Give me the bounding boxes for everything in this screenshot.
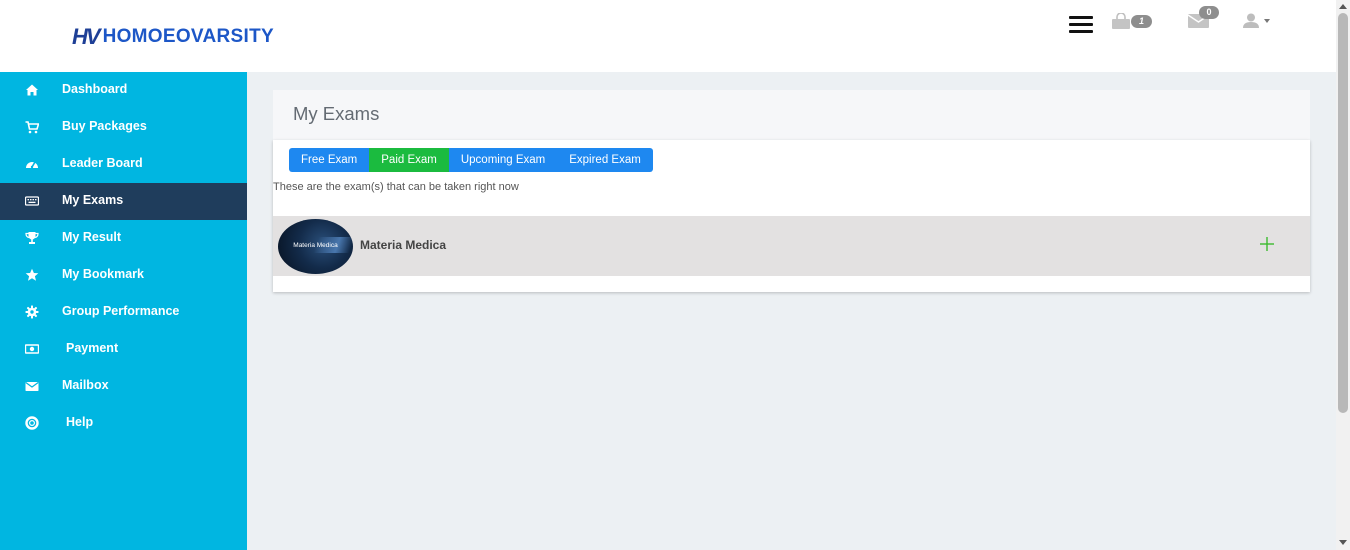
sidebar-item-label: Buy Packages — [62, 119, 147, 133]
money-icon — [25, 344, 39, 354]
sidebar-item-help[interactable]: Help — [0, 405, 247, 442]
cart-count-badge: 1 — [1131, 15, 1152, 28]
sidebar-item-label: Payment — [66, 341, 119, 355]
brand-logo[interactable]: HV HOMOEOVARSITY — [72, 24, 274, 50]
dashboard-gauge-icon — [26, 161, 38, 169]
exam-name: Materia Medica — [360, 238, 447, 252]
home-icon — [26, 84, 38, 96]
sidebar-item-label: My Bookmark — [62, 267, 144, 281]
scroll-up-arrow-icon[interactable] — [1339, 4, 1347, 9]
shopping-bag-icon[interactable] — [1111, 13, 1131, 29]
sidebar-item-leader-board[interactable]: Leader Board — [0, 146, 247, 183]
sidebar-item-label: Leader Board — [62, 156, 143, 170]
keyboard-icon — [25, 196, 39, 206]
scrollbar-thumb[interactable] — [1338, 13, 1348, 413]
sidebar-item-my-result[interactable]: My Result — [0, 220, 247, 257]
lifebuoy-icon — [25, 416, 39, 430]
menu-toggle-icon[interactable] — [1069, 16, 1093, 33]
exam-list-item[interactable]: Materia Medica Materia Medica — [273, 216, 1310, 276]
cart-icon — [25, 121, 39, 134]
plus-icon[interactable] — [1259, 236, 1275, 252]
sidebar-item-my-exams[interactable]: My Exams — [0, 183, 247, 220]
sidebar-item-dashboard[interactable]: Dashboard — [0, 72, 247, 109]
tab-upcoming-exam[interactable]: Upcoming Exam — [448, 148, 558, 172]
tab-free-exam[interactable]: Free Exam — [289, 148, 370, 172]
sidebar-item-group-performance[interactable]: Group Performance — [0, 294, 247, 331]
sidebar-item-payment[interactable]: Payment — [0, 331, 247, 368]
envelope-icon — [25, 382, 39, 391]
gear-icon — [25, 305, 39, 319]
sidebar: Dashboard Buy Packages Leader Board My E… — [0, 72, 247, 550]
tab-paid-exam[interactable]: Paid Exam — [369, 148, 449, 172]
sidebar-item-label: My Exams — [62, 193, 124, 207]
tab-expired-exam[interactable]: Expired Exam — [557, 148, 653, 172]
exams-card: Free Exam Paid Exam Upcoming Exam Expire… — [273, 140, 1310, 292]
logo-mark: HV — [72, 24, 101, 49]
sidebar-item-label: Dashboard — [62, 82, 128, 96]
exam-tabs: Free Exam Paid Exam Upcoming Exam Expire… — [289, 148, 653, 172]
page-title-bar: My Exams — [273, 90, 1310, 140]
sidebar-item-buy-packages[interactable]: Buy Packages — [0, 109, 247, 146]
chevron-down-icon[interactable] — [1264, 19, 1270, 23]
tab-description: These are the exam(s) that can be taken … — [273, 181, 519, 193]
sidebar-item-my-bookmark[interactable]: My Bookmark — [0, 257, 247, 294]
mail-count-badge: 0 — [1199, 6, 1219, 19]
top-header: HV HOMOEOVARSITY 1 0 — [0, 0, 1336, 72]
sidebar-item-label: Group Performance — [62, 304, 180, 318]
exam-thumbnail: Materia Medica — [278, 219, 353, 274]
trophy-icon — [25, 232, 39, 244]
star-icon — [25, 268, 39, 281]
scroll-down-arrow-icon[interactable] — [1339, 540, 1347, 545]
sidebar-item-label: Mailbox — [62, 378, 109, 392]
logo-text: HOMOEOVARSITY — [102, 26, 274, 47]
page-title: My Exams — [293, 103, 380, 124]
sidebar-item-label: Help — [66, 415, 94, 429]
user-icon[interactable] — [1243, 13, 1259, 28]
exam-thumbnail-label: Materia Medica — [293, 242, 338, 249]
sidebar-item-label: My Result — [62, 230, 122, 244]
page-scrollbar[interactable] — [1336, 0, 1350, 550]
sidebar-item-mailbox[interactable]: Mailbox — [0, 368, 247, 405]
